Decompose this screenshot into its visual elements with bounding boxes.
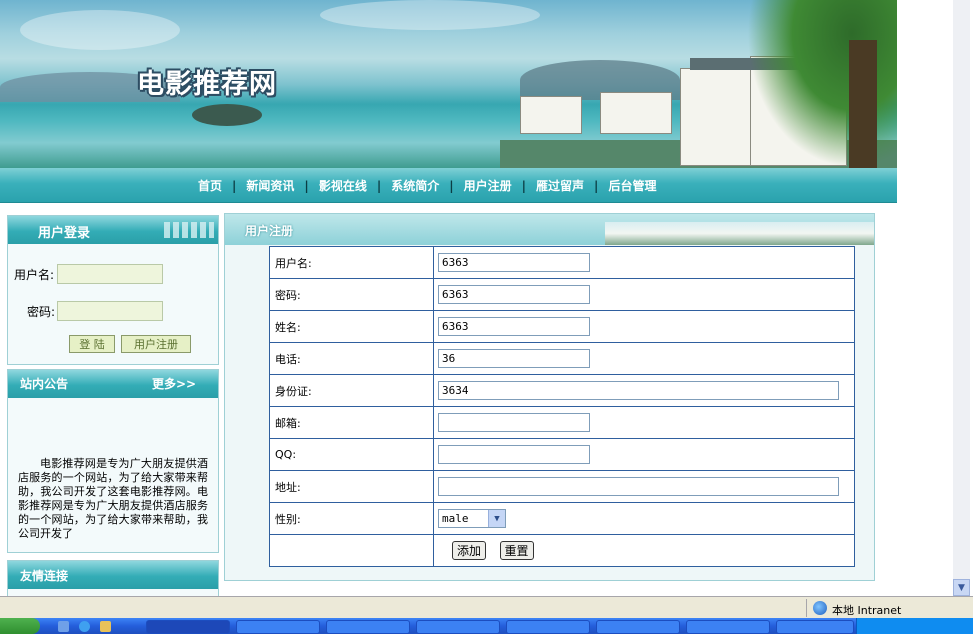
nav-register[interactable]: 用户注册	[454, 177, 522, 194]
banner-tree-trunk	[849, 40, 877, 168]
taskbar-item[interactable]	[326, 620, 410, 634]
login-password-input[interactable]	[57, 301, 163, 321]
form-row: 用户名:	[269, 246, 855, 279]
banner-cloud	[20, 10, 180, 50]
quicklaunch-media-icon[interactable]	[100, 621, 111, 632]
windows-taskbar	[0, 618, 973, 634]
taskbar-item[interactable]	[776, 620, 854, 634]
login-button[interactable]: 登 陆	[69, 335, 115, 353]
form-row: 添加 重置	[269, 534, 855, 567]
register-panel-header: 用户注册	[225, 214, 874, 245]
notice-panel: 站内公告 更多>> 电影推荐网是专为广大朋友提供酒店服务的一个网站，为了给大家带…	[7, 369, 219, 553]
nav-system-intro[interactable]: 系统简介	[381, 177, 449, 194]
links-heading: 友情连接	[20, 569, 69, 583]
login-panel: 用户登录 用户名: 密码: 登 陆 用户注册	[7, 215, 219, 365]
taskbar-item[interactable]	[416, 620, 500, 634]
form-row: 姓名:	[269, 310, 855, 343]
qq-label: QQ:	[269, 438, 434, 471]
main-nav: 首页 | 新闻资讯 | 影视在线 | 系统简介 | 用户注册 | 雁过留声 | …	[0, 168, 897, 203]
gender-select-value: male	[442, 512, 469, 525]
arrow-down-icon[interactable]: ▼	[953, 579, 970, 596]
register-form: 用户名: 密码: 姓名: 电话: 身份证: 邮箱: QQ: 地址:	[269, 246, 855, 567]
chevron-down-icon[interactable]: ▼	[488, 510, 505, 527]
login-username-input[interactable]	[57, 264, 163, 284]
gender-select[interactable]: male ▼	[438, 509, 506, 528]
system-tray	[856, 618, 973, 634]
form-row: QQ:	[269, 438, 855, 471]
login-panel-header: 用户登录	[8, 216, 218, 244]
form-row: 电话:	[269, 342, 855, 375]
password-input[interactable]	[438, 285, 590, 304]
phone-input[interactable]	[438, 349, 590, 368]
header-banner: 电影推荐网	[0, 0, 897, 168]
nav-guestbook[interactable]: 雁过留声	[526, 177, 594, 194]
globe-icon	[813, 601, 827, 615]
quicklaunch-ie-icon[interactable]	[79, 621, 90, 632]
login-password-label: 密码:	[27, 305, 56, 319]
taskbar-item[interactable]	[146, 620, 230, 634]
reset-button[interactable]: 重置	[499, 541, 534, 560]
form-row: 地址:	[269, 470, 855, 503]
gender-label: 性别:	[269, 502, 434, 535]
header-decoration	[164, 222, 214, 238]
vertical-scrollbar[interactable]: ▼	[953, 0, 970, 596]
links-panel-header: 友情连接	[8, 561, 218, 589]
id-card-input[interactable]	[438, 381, 839, 400]
browser-status-bar: 本地 Intranet	[0, 596, 973, 619]
form-row: 身份证:	[269, 374, 855, 407]
header-scenery	[605, 222, 874, 245]
form-row: 邮箱:	[269, 406, 855, 439]
qq-input[interactable]	[438, 445, 590, 464]
nav-admin[interactable]: 后台管理	[598, 177, 666, 194]
links-panel: 友情连接	[7, 560, 219, 598]
address-label: 地址:	[269, 470, 434, 503]
taskbar-item[interactable]	[596, 620, 680, 634]
nav-home[interactable]: 首页	[188, 177, 232, 194]
login-username-label: 用户名:	[14, 268, 55, 282]
add-button[interactable]: 添加	[452, 541, 487, 560]
notice-panel-header: 站内公告 更多>>	[8, 370, 218, 398]
notice-heading: 站内公告	[20, 377, 69, 391]
register-heading: 用户注册	[245, 224, 294, 238]
quicklaunch-desktop-icon[interactable]	[58, 621, 69, 632]
empty-cell	[269, 534, 434, 567]
status-divider	[806, 599, 807, 617]
form-row: 密码:	[269, 278, 855, 311]
nav-news[interactable]: 新闻资讯	[236, 177, 304, 194]
notice-text: 电影推荐网是专为广大朋友提供酒店服务的一个网站，为了给大家带来帮助，我公司开发了…	[18, 457, 208, 540]
name-label: 姓名:	[269, 310, 434, 343]
register-panel: 用户注册 用户名: 密码: 姓名: 电话: 身份证: 邮箱: QQ:	[224, 213, 875, 581]
taskbar-item[interactable]	[686, 620, 770, 634]
nav-movies-online[interactable]: 影视在线	[309, 177, 377, 194]
banner-building	[520, 96, 582, 134]
email-label: 邮箱:	[269, 406, 434, 439]
notice-more-link[interactable]: 更多>>	[152, 375, 196, 392]
site-title: 电影推荐网	[137, 69, 277, 100]
id-card-label: 身份证:	[269, 374, 434, 407]
form-row: 性别: male ▼	[269, 502, 855, 535]
security-zone: 本地 Intranet	[832, 604, 902, 617]
banner-island	[192, 104, 262, 126]
username-input[interactable]	[438, 253, 590, 272]
banner-building	[600, 92, 672, 134]
email-input[interactable]	[438, 413, 590, 432]
phone-label: 电话:	[269, 342, 434, 375]
login-register-button[interactable]: 用户注册	[121, 335, 191, 353]
username-label: 用户名:	[269, 246, 434, 279]
taskbar-item[interactable]	[236, 620, 320, 634]
name-input[interactable]	[438, 317, 590, 336]
login-heading: 用户登录	[38, 226, 91, 241]
address-input[interactable]	[438, 477, 839, 496]
start-button[interactable]	[0, 618, 40, 634]
taskbar-item[interactable]	[506, 620, 590, 634]
banner-building	[680, 68, 752, 166]
banner-cloud	[320, 0, 540, 30]
password-label: 密码:	[269, 278, 434, 311]
